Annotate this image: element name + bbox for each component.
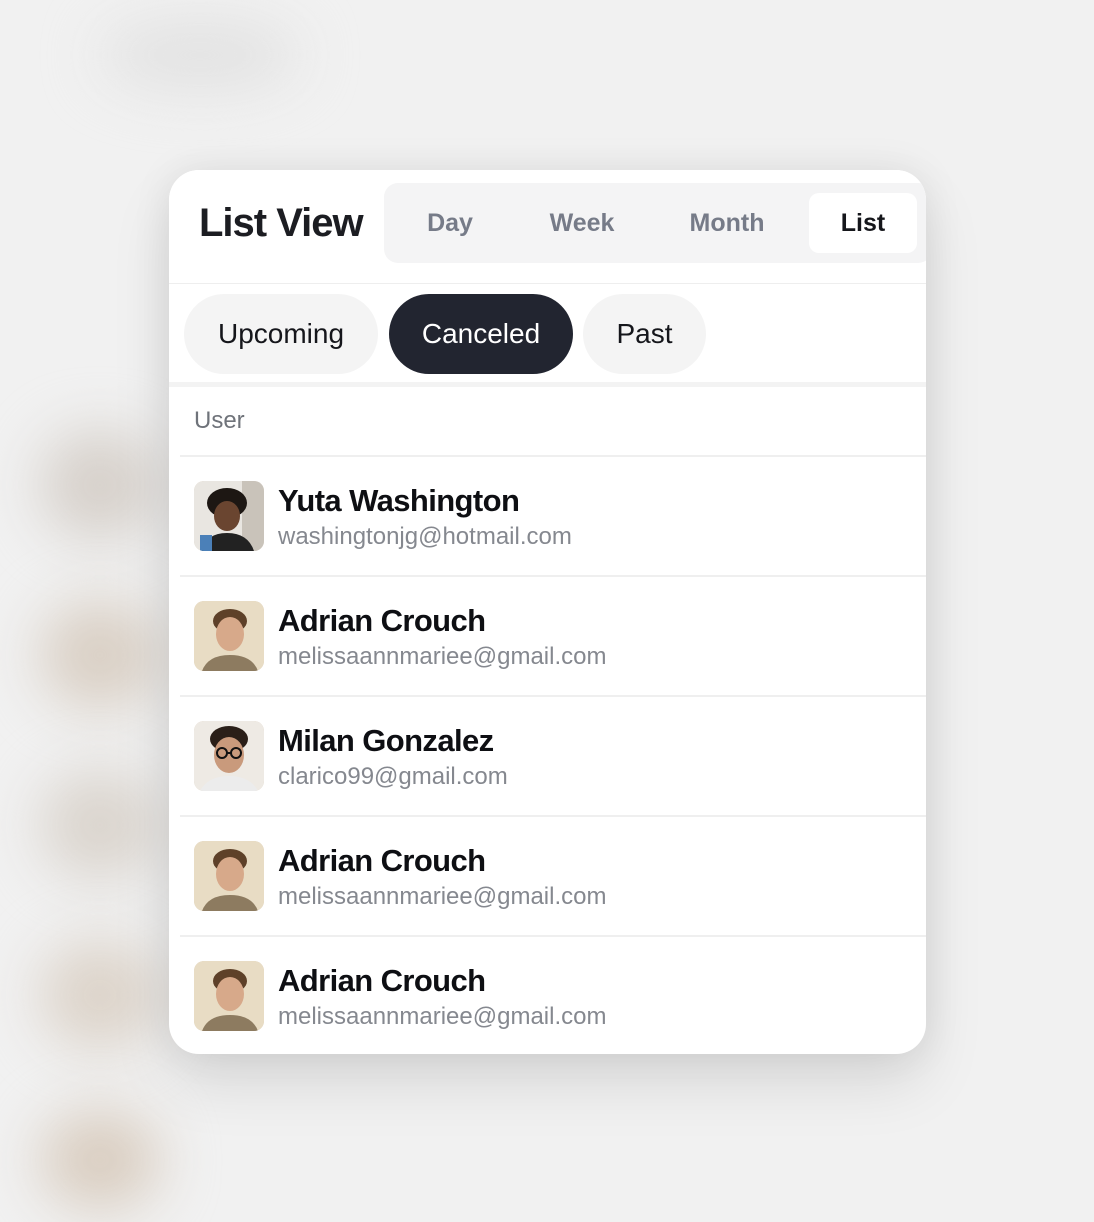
filter-past[interactable]: Past [583, 294, 706, 374]
tab-list[interactable]: List [809, 193, 917, 253]
avatar [194, 481, 264, 551]
user-email: melissaannmariee@gmail.com [278, 883, 607, 910]
user-name: Adrian Crouch [278, 843, 486, 878]
avatar [194, 721, 264, 791]
user-name: Milan Gonzalez [278, 723, 494, 758]
page-title: List View [199, 201, 364, 245]
user-email: melissaannmariee@gmail.com [278, 1003, 607, 1030]
filter-upcoming[interactable]: Upcoming [184, 294, 378, 374]
user-email: washingtonjg@hotmail.com [278, 523, 572, 550]
card-header: List View Day Week Month List [169, 170, 926, 272]
table-row[interactable]: Yuta Washington washingtonjg@hotmail.com [180, 457, 926, 575]
table-row[interactable]: Adrian Crouch melissaannmariee@gmail.com [180, 817, 926, 935]
avatar [194, 601, 264, 671]
avatar [194, 961, 264, 1031]
background-blur [40, 940, 160, 1050]
user-name: Yuta Washington [278, 483, 520, 518]
background-blur [100, 20, 300, 90]
user-email: clarico99@gmail.com [278, 763, 508, 790]
view-switcher: Day Week Month List [384, 183, 926, 263]
background-blur [40, 1110, 160, 1210]
tab-day[interactable]: Day [392, 193, 508, 253]
table-row[interactable]: Milan Gonzalez clarico99@gmail.com [180, 697, 926, 815]
column-header-user: User [194, 407, 245, 434]
filter-canceled[interactable]: Canceled [389, 294, 573, 374]
user-name: Adrian Crouch [278, 603, 486, 638]
tab-month[interactable]: Month [656, 193, 798, 253]
status-filter-bar: Upcoming Canceled Past [169, 283, 926, 384]
background-blur [40, 770, 160, 880]
background-blur [40, 430, 160, 540]
background-blur [40, 600, 160, 710]
avatar [194, 841, 264, 911]
user-name: Adrian Crouch [278, 963, 486, 998]
table-column-header: User [169, 387, 926, 456]
table-row[interactable]: Adrian Crouch melissaannmariee@gmail.com [180, 577, 926, 695]
user-email: melissaannmariee@gmail.com [278, 643, 607, 670]
tab-week[interactable]: Week [522, 193, 642, 253]
table-row[interactable]: Adrian Crouch melissaannmariee@gmail.com [180, 937, 926, 1054]
list-view-card: List View Day Week Month List Upcoming C… [169, 170, 926, 1054]
